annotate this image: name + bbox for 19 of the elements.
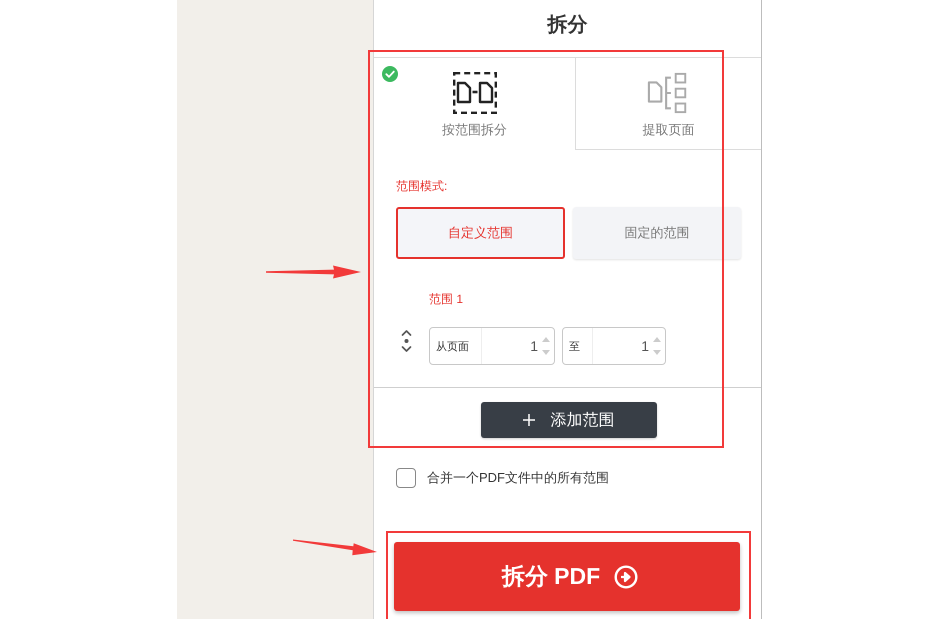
tool-tab[interactable]: 提取页面	[575, 57, 761, 150]
panel-title: 拆分	[546, 13, 588, 38]
range-mode-option[interactable]: 固定的范围	[573, 207, 741, 259]
check-icon	[382, 66, 398, 82]
add-range-button[interactable]: 添加范围	[480, 402, 656, 438]
field-label: 至	[563, 328, 593, 364]
plus-icon	[522, 414, 534, 426]
split-pdf-button[interactable]: 拆分 PDF	[394, 542, 740, 611]
drag-handle-icon[interactable]	[401, 329, 412, 353]
range-label: 范围 1	[429, 291, 464, 307]
split-pages-icon	[452, 72, 496, 114]
arrow-circle-icon	[614, 564, 638, 588]
range-mode-option[interactable]: 自定义范围	[396, 207, 565, 259]
merge-checkbox[interactable]	[396, 468, 416, 488]
range-mode-label: 范围模式:	[396, 178, 448, 194]
from-page-field[interactable]: 从页面 1	[429, 327, 555, 365]
to-page-field[interactable]: 至 1	[562, 327, 666, 365]
checkbox-label: 合并一个PDF文件中的所有范围	[427, 469, 609, 487]
field-label: 从页面	[430, 328, 482, 364]
